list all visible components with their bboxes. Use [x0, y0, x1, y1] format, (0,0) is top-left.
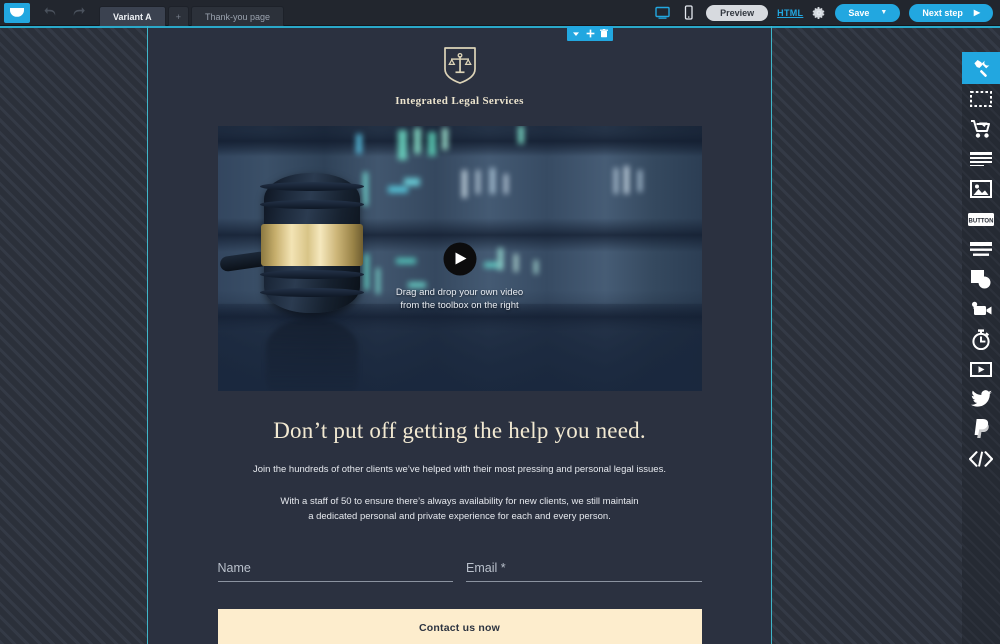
preview-button[interactable]: Preview — [706, 4, 769, 21]
redo-icon[interactable] — [70, 6, 85, 20]
toolbox-item-shopping-cart[interactable] — [962, 114, 1000, 144]
toolbox-item-menu-lines[interactable] — [962, 234, 1000, 264]
play-icon[interactable] — [443, 242, 476, 275]
email-input[interactable]: Email * — [466, 561, 702, 582]
video-hint-text: Drag and drop your own video from the to… — [218, 286, 702, 312]
brand-name: Integrated Legal Services — [395, 95, 524, 107]
brand-block[interactable]: Integrated Legal Services — [148, 28, 771, 107]
save-label: Save — [848, 7, 870, 18]
toolbox-item-button[interactable]: BUTTON — [962, 204, 1000, 234]
name-input-placeholder: Name — [217, 561, 251, 575]
contact-us-button[interactable]: Contact us now — [217, 609, 702, 644]
canvas-guide-right — [771, 26, 772, 644]
paragraph-1[interactable]: Join the hundreds of other clients we’ve… — [148, 462, 771, 477]
email-input-placeholder: Email * — [466, 561, 506, 575]
editor-workspace: Integrated Legal Services Drag and drop … — [0, 26, 1000, 644]
toolbox-item-paypal[interactable] — [962, 414, 1000, 444]
gavel-graphic — [218, 168, 386, 391]
tab-add-variant[interactable]: + — [167, 5, 189, 26]
shield-scales-icon — [148, 45, 771, 85]
paragraph-2-line2: a dedicated personal and private experie… — [308, 511, 611, 522]
paragraph-2[interactable]: With a staff of 50 to ensure there’s alw… — [148, 494, 771, 524]
toolbox-sidebar: BUTTON — [962, 52, 1000, 644]
html-link[interactable]: HTML — [777, 8, 803, 18]
toolbox-item-text-lines[interactable] — [962, 144, 1000, 174]
chevron-down-icon[interactable] — [569, 26, 583, 41]
toolbox-item-code[interactable] — [962, 444, 1000, 474]
toolbox-item-twitter[interactable] — [962, 384, 1000, 414]
tab-variant-a[interactable]: Variant A — [99, 5, 166, 26]
contact-form: Name Email * — [217, 561, 702, 582]
page-canvas[interactable]: Integrated Legal Services Drag and drop … — [148, 26, 771, 644]
toolbox-item-video-player[interactable] — [962, 354, 1000, 384]
undo-redo-group — [44, 6, 85, 20]
paragraph-2-line1: With a staff of 50 to ensure there’s alw… — [280, 496, 639, 507]
video-hint-line1: Drag and drop your own video — [395, 287, 524, 298]
variant-tabs: Variant A + Thank-you page — [99, 0, 286, 26]
plus-icon[interactable] — [583, 26, 597, 41]
toolbox-item-selection-box[interactable] — [962, 84, 1000, 114]
next-step-button[interactable]: Next step ▶ — [909, 3, 993, 22]
page-builder-app: Variant A + Thank-you page Preview HTML — [0, 0, 1000, 644]
chevron-down-icon: ▼ — [880, 9, 888, 16]
gear-icon[interactable] — [812, 6, 826, 20]
toolbox-item-video-camera[interactable] — [962, 294, 1000, 324]
undo-icon[interactable] — [44, 6, 59, 20]
save-button[interactable]: Save ▼ — [835, 3, 901, 22]
page-headline[interactable]: Don’t put off getting the help you need. — [148, 418, 771, 444]
toolbox-item-timer[interactable] — [962, 324, 1000, 354]
name-input[interactable]: Name — [217, 561, 453, 582]
desktop-icon[interactable] — [654, 4, 671, 21]
tab-thank-you-page[interactable]: Thank-you page — [190, 5, 284, 26]
trash-icon[interactable] — [597, 26, 611, 41]
svg-text:BUTTON: BUTTON — [969, 218, 994, 224]
app-logo-icon[interactable] — [4, 2, 30, 23]
mobile-icon[interactable] — [680, 4, 697, 21]
top-toolbar: Variant A + Thank-you page Preview HTML — [0, 0, 1000, 26]
chevron-right-icon: ▶ — [973, 8, 980, 17]
toolbox-item-tools[interactable] — [962, 52, 1000, 84]
toolbox-item-shapes[interactable] — [962, 264, 1000, 294]
next-step-label: Next step — [922, 7, 963, 18]
element-toolbar — [567, 26, 613, 41]
video-hint-line2: from the toolbox on the right — [400, 300, 519, 311]
video-placeholder[interactable]: Drag and drop your own video from the to… — [217, 126, 702, 391]
toolbox-item-image[interactable] — [962, 174, 1000, 204]
topbar-actions: Preview HTML Save ▼ Next step ▶ — [654, 3, 1000, 22]
